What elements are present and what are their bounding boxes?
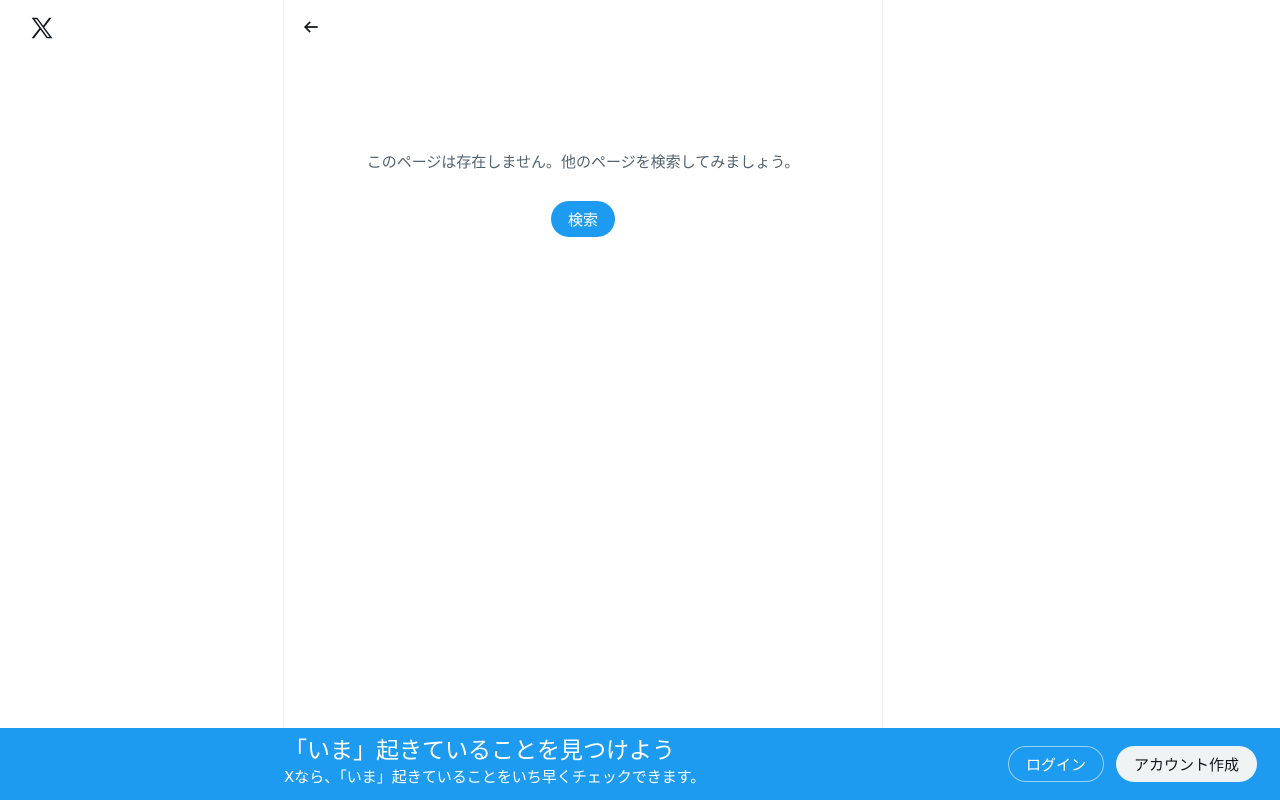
main-column: このページは存在しません。他のページを検索してみましょう。 検索 [283, 0, 883, 728]
back-button[interactable] [294, 10, 328, 44]
banner-subtitle: Xなら、「いま」起きていることをいち早くチェックできます。 [284, 768, 706, 786]
signup-button[interactable]: アカウント作成 [1116, 746, 1257, 782]
search-button[interactable]: 検索 [551, 201, 615, 237]
arrow-left-icon [303, 21, 318, 33]
left-sidebar [0, 0, 283, 728]
signup-banner: 「いま」起きていることを見つけよう Xなら、「いま」起きていることをいち早くチェ… [0, 728, 1280, 800]
page: このページは存在しません。他のページを検索してみましょう。 検索 「いま」起きて… [0, 0, 1280, 800]
x-logo-icon[interactable] [26, 12, 58, 44]
right-sidebar [882, 0, 1280, 728]
banner-title: 「いま」起きていることを見つけよう [284, 738, 675, 764]
not-found-message: このページは存在しません。他のページを検索してみましょう。 [366, 153, 800, 171]
login-button[interactable]: ログイン [1008, 746, 1104, 782]
